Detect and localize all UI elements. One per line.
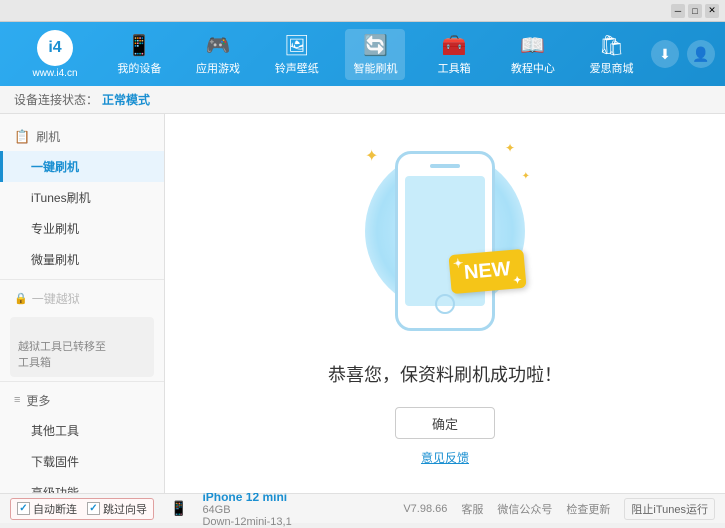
- maximize-button[interactable]: □: [688, 4, 702, 18]
- phone-body: [395, 151, 495, 331]
- nav-wallpaper-label: 铃声壁纸: [275, 60, 319, 76]
- phone-illustration: ✦ ✦ ✦ ✦ NEW ✦: [355, 141, 535, 341]
- user-button[interactable]: 👤: [687, 40, 715, 68]
- more-section-icon: ≡: [14, 394, 20, 406]
- status-bar: 设备连接状态： 正常模式: [0, 86, 725, 114]
- close-button[interactable]: ✕: [705, 4, 719, 18]
- sidebar-item-jailbreak: 🔒 一键越狱: [0, 284, 164, 313]
- auto-disconnect-checkbox[interactable]: ✓ 自动断连: [17, 501, 77, 517]
- badge-star-left: ✦: [453, 256, 464, 271]
- skip-wizard-checkbox-box[interactable]: ✓: [87, 502, 100, 515]
- sidebar-item-itunes-flash[interactable]: iTunes刷机: [0, 182, 164, 213]
- nav-bar: 📱 我的设备 🎮 应用游戏 🖼 铃声壁纸 🔄 智能刷机 🧰 工具箱 📖 教程中心…: [100, 29, 651, 80]
- sparkle-2: ✦: [505, 141, 515, 155]
- nav-toolbox[interactable]: 🧰 工具箱: [424, 29, 484, 80]
- success-title: 恭喜您，保资料刷机成功啦！: [328, 361, 562, 387]
- sparkle-3: ✦: [522, 171, 530, 182]
- sidebar-item-wipe-flash[interactable]: 微量刷机: [0, 244, 164, 275]
- sidebar-divider: [0, 279, 164, 280]
- phone-speaker: [430, 164, 460, 168]
- shop-icon: 🛍: [599, 33, 624, 58]
- nav-tutorial[interactable]: 📖 教程中心: [503, 29, 563, 80]
- tutorial-icon: 📖: [520, 33, 545, 58]
- stop-itunes-button[interactable]: 阻止iTunes运行: [624, 498, 715, 520]
- check-update-link[interactable]: 检查更新: [566, 501, 610, 517]
- flash-section-label: 刷机: [36, 128, 60, 145]
- download-button[interactable]: ⬇: [651, 40, 679, 68]
- sidebar-notice: 越狱工具已转移至 工具箱: [10, 317, 154, 377]
- auto-disconnect-label: 自动断连: [33, 501, 77, 517]
- auto-disconnect-checkbox-box[interactable]: ✓: [17, 502, 30, 515]
- nav-shop[interactable]: 🛍 爱思商城: [582, 29, 642, 80]
- nav-toolbox-label: 工具箱: [438, 60, 471, 76]
- badge-star-right: ✦: [513, 275, 522, 287]
- content-area: ✦ ✦ ✦ ✦ NEW ✦ 恭喜您，保资料刷机成功啦！ 确定 意见反馈: [165, 114, 725, 493]
- wallpaper-icon: 🖼: [284, 33, 309, 58]
- sidebar-item-one-key-flash[interactable]: 一键刷机: [0, 151, 164, 182]
- device-icon: 📱: [170, 500, 187, 517]
- phone-home-button: [435, 294, 455, 314]
- sidebar-section-flash: 📋 刷机: [0, 122, 164, 151]
- sidebar-item-download-firmware[interactable]: 下载固件: [0, 446, 164, 477]
- new-badge: ✦ NEW ✦: [449, 249, 527, 294]
- download-icon: ⬇: [659, 46, 671, 63]
- nav-smart-flash[interactable]: 🔄 智能刷机: [345, 29, 405, 80]
- app-game-icon: 🎮: [206, 33, 231, 58]
- logo-icon: i4: [37, 30, 73, 66]
- bottom-right-area: V7.98.66 客服 微信公众号 检查更新 阻止iTunes运行: [403, 498, 715, 520]
- skip-wizard-checkbox[interactable]: ✓ 跳过向导: [87, 501, 147, 517]
- nav-my-device[interactable]: 📱 我的设备: [109, 29, 169, 80]
- header-right-actions: ⬇ 👤: [651, 40, 715, 68]
- feedback-link[interactable]: 意见反馈: [421, 449, 469, 466]
- bottom-left-area: ✓ 自动断连 ✓ 跳过向导 📱 iPhone 12 mini 64GB Down…: [10, 490, 292, 528]
- sidebar: 📋 刷机 一键刷机 iTunes刷机 专业刷机 微量刷机 🔒 一键越狱 越狱工具…: [0, 114, 165, 493]
- device-info: iPhone 12 mini 64GB Down-12mini-13,1: [202, 490, 291, 528]
- minimize-button[interactable]: ─: [671, 4, 685, 18]
- lock-icon: 🔒: [14, 292, 28, 305]
- sparkle-1: ✦: [365, 146, 378, 166]
- user-icon: 👤: [692, 46, 709, 63]
- nav-app-game-label: 应用游戏: [196, 60, 240, 76]
- customer-service-link[interactable]: 客服: [461, 501, 483, 517]
- nav-tutorial-label: 教程中心: [511, 60, 555, 76]
- logo-area: i4 www.i4.cn: [10, 30, 100, 79]
- sidebar-divider-2: [0, 381, 164, 382]
- sidebar-item-other-tools[interactable]: 其他工具: [0, 415, 164, 446]
- sidebar-section-more: ≡ 更多: [0, 386, 164, 415]
- titlebar: ─ □ ✕: [0, 0, 725, 22]
- nav-app-game[interactable]: 🎮 应用游戏: [188, 29, 248, 80]
- version-label: V7.98.66: [403, 503, 447, 515]
- header: i4 www.i4.cn 📱 我的设备 🎮 应用游戏 🖼 铃声壁纸 🔄 智能刷机…: [0, 22, 725, 86]
- wechat-public-link[interactable]: 微信公众号: [497, 501, 552, 517]
- logo-url: www.i4.cn: [32, 68, 77, 79]
- sidebar-item-pro-flash[interactable]: 专业刷机: [0, 213, 164, 244]
- more-section-label: 更多: [26, 392, 50, 409]
- connection-status-label: 设备连接状态：: [14, 91, 98, 108]
- confirm-button[interactable]: 确定: [395, 407, 495, 439]
- main-area: 📋 刷机 一键刷机 iTunes刷机 专业刷机 微量刷机 🔒 一键越狱 越狱工具…: [0, 114, 725, 493]
- nav-wallpaper[interactable]: 🖼 铃声壁纸: [267, 29, 327, 80]
- bottom-bar: ✓ 自动断连 ✓ 跳过向导 📱 iPhone 12 mini 64GB Down…: [0, 493, 725, 523]
- connection-status-value: 正常模式: [102, 91, 150, 108]
- toolbox-icon: 🧰: [442, 33, 467, 58]
- flash-section-icon: 📋: [14, 129, 30, 145]
- skip-wizard-label: 跳过向导: [103, 501, 147, 517]
- nav-smart-flash-label: 智能刷机: [353, 60, 397, 76]
- nav-shop-label: 爱思商城: [590, 60, 634, 76]
- nav-my-device-label: 我的设备: [117, 60, 161, 76]
- device-storage: 64GB: [202, 504, 291, 516]
- smart-flash-icon: 🔄: [363, 33, 388, 58]
- my-device-icon: 📱: [127, 33, 152, 58]
- device-model: Down-12mini-13,1: [202, 516, 291, 528]
